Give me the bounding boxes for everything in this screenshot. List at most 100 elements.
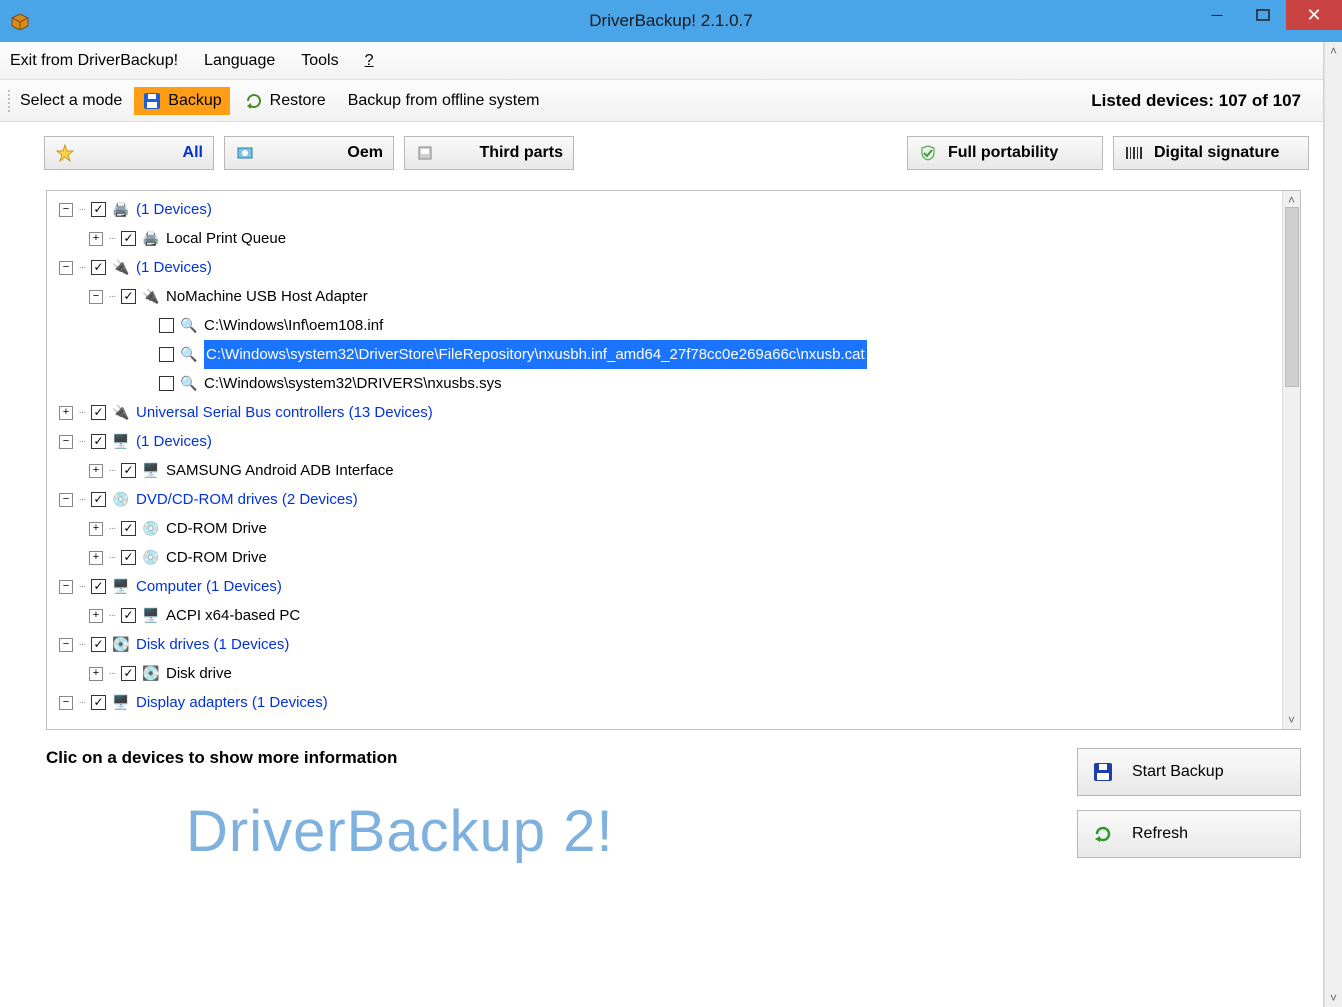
maximize-button[interactable] xyxy=(1240,0,1286,30)
menu-tools[interactable]: Tools xyxy=(301,52,338,70)
refresh-label: Refresh xyxy=(1132,825,1188,843)
tree-item[interactable]: + ··· 💿 CD-ROM Drive xyxy=(53,514,1282,543)
collapse-icon[interactable]: − xyxy=(59,203,73,217)
titlebar: DriverBackup! 2.1.0.7 ─ ✕ xyxy=(0,0,1342,42)
tree-category[interactable]: − ··· 🔌 (1 Devices) xyxy=(53,253,1282,282)
window-scrollbar[interactable]: ˄ ˅ xyxy=(1324,42,1342,1007)
scroll-thumb[interactable] xyxy=(1285,207,1299,387)
checkbox[interactable] xyxy=(121,666,136,681)
filter-thirdparts-button[interactable]: Third parts xyxy=(404,136,574,170)
mode-offline[interactable]: Backup from offline system xyxy=(340,88,548,114)
menu-language[interactable]: Language xyxy=(204,52,275,70)
filter-all-label: All xyxy=(85,144,203,162)
checkbox[interactable] xyxy=(91,202,106,217)
scroll-up-icon[interactable]: ˄ xyxy=(1283,193,1300,207)
collapse-icon[interactable]: − xyxy=(59,638,73,652)
tree-file-label: C:\Windows\Inf\oem108.inf xyxy=(204,311,383,340)
collapse-icon[interactable]: − xyxy=(59,493,73,507)
checkbox[interactable] xyxy=(91,492,106,507)
collapse-icon[interactable]: − xyxy=(89,290,103,304)
expand-icon[interactable]: + xyxy=(89,667,103,681)
checkbox[interactable] xyxy=(91,695,106,710)
disc-icon: 💿 xyxy=(140,514,162,543)
tree-item[interactable]: + ··· 🖥️ SAMSUNG Android ADB Interface xyxy=(53,456,1282,485)
device-tree[interactable]: − ··· 🖨️ (1 Devices) + ··· 🖨️ Local Prin… xyxy=(47,191,1282,729)
thirdparts-icon xyxy=(415,143,435,163)
mode-toolbar: Select a mode Backup Restore Backup from… xyxy=(0,80,1323,122)
display-icon: 🖥️ xyxy=(110,688,132,717)
tree-category[interactable]: − ··· 🖥️ (1 Devices) xyxy=(53,427,1282,456)
filter-all-button[interactable]: All xyxy=(44,136,214,170)
mode-restore[interactable]: Restore xyxy=(236,87,334,115)
tree-scrollbar[interactable]: ˄ ˅ xyxy=(1282,191,1300,729)
tree-item[interactable]: + ··· 💿 CD-ROM Drive xyxy=(53,543,1282,572)
tree-category[interactable]: − ··· 💿 DVD/CD-ROM drives (2 Devices) xyxy=(53,485,1282,514)
checkbox[interactable] xyxy=(91,579,106,594)
collapse-icon[interactable]: − xyxy=(59,261,73,275)
tree-category[interactable]: + ··· 🔌 Universal Serial Bus controllers… xyxy=(53,398,1282,427)
checkbox[interactable] xyxy=(91,434,106,449)
computer-icon: 🖥️ xyxy=(110,572,132,601)
tree-item[interactable]: + ··· 💽 Disk drive xyxy=(53,659,1282,688)
checkbox[interactable] xyxy=(159,318,174,333)
filter-portability-button[interactable]: Full portability xyxy=(907,136,1103,170)
expand-icon[interactable]: + xyxy=(89,609,103,623)
collapse-icon[interactable]: − xyxy=(59,696,73,710)
tree-item-label: CD-ROM Drive xyxy=(166,543,267,572)
barcode-icon xyxy=(1124,143,1144,163)
tree-file-selected[interactable]: 🔍 C:\Windows\system32\DriverStore\FileRe… xyxy=(53,340,1282,369)
tree-item[interactable]: + ··· 🖥️ ACPI x64-based PC xyxy=(53,601,1282,630)
tree-file-label: C:\Windows\system32\DriverStore\FileRepo… xyxy=(204,340,867,369)
menu-help[interactable]: ? xyxy=(365,52,374,70)
tree-category[interactable]: − ··· 🖥️ Computer (1 Devices) xyxy=(53,572,1282,601)
checkbox[interactable] xyxy=(159,347,174,362)
star-icon xyxy=(55,143,75,163)
expand-icon[interactable]: + xyxy=(89,464,103,478)
window-title: DriverBackup! 2.1.0.7 xyxy=(589,11,752,31)
mode-backup[interactable]: Backup xyxy=(134,87,229,115)
file-icon: 🔍 xyxy=(178,369,200,398)
collapse-icon[interactable]: − xyxy=(59,435,73,449)
checkbox[interactable] xyxy=(159,376,174,391)
tree-item[interactable]: + ··· 🖨️ Local Print Queue xyxy=(53,224,1282,253)
minimize-button[interactable]: ─ xyxy=(1194,0,1240,30)
menu-exit[interactable]: Exit from DriverBackup! xyxy=(10,52,178,70)
checkbox[interactable] xyxy=(121,289,136,304)
scroll-up-icon[interactable]: ˄ xyxy=(1325,44,1342,58)
filter-oem-button[interactable]: Oem xyxy=(224,136,394,170)
tree-item[interactable]: − ··· 🔌 NoMachine USB Host Adapter xyxy=(53,282,1282,311)
scroll-down-icon[interactable]: ˅ xyxy=(1325,991,1342,1005)
checkbox[interactable] xyxy=(91,637,106,652)
start-backup-button[interactable]: Start Backup xyxy=(1077,748,1301,796)
filter-portability-label: Full portability xyxy=(948,144,1058,162)
info-hint: Clic on a devices to show more informati… xyxy=(46,748,1077,768)
checkbox[interactable] xyxy=(121,550,136,565)
expand-icon[interactable]: + xyxy=(89,522,103,536)
mode-offline-label: Backup from offline system xyxy=(348,92,540,110)
close-button[interactable]: ✕ xyxy=(1286,0,1342,30)
checkbox[interactable] xyxy=(121,521,136,536)
checkbox[interactable] xyxy=(121,231,136,246)
filter-signature-label: Digital signature xyxy=(1154,144,1279,162)
scroll-down-icon[interactable]: ˅ xyxy=(1283,713,1300,727)
tree-file[interactable]: 🔍 C:\Windows\system32\DRIVERS\nxusbs.sys xyxy=(53,369,1282,398)
tree-category[interactable]: − ··· 🖥️ Display adapters (1 Devices) xyxy=(53,688,1282,717)
checkbox[interactable] xyxy=(91,405,106,420)
disc-icon: 💿 xyxy=(110,485,132,514)
collapse-icon[interactable]: − xyxy=(59,580,73,594)
tree-category[interactable]: − ··· 🖨️ (1 Devices) xyxy=(53,195,1282,224)
expand-icon[interactable]: + xyxy=(89,551,103,565)
expand-icon[interactable]: + xyxy=(59,406,73,420)
tree-file[interactable]: 🔍 C:\Windows\Inf\oem108.inf xyxy=(53,311,1282,340)
tree-category-label: Computer (1 Devices) xyxy=(136,572,282,601)
tree-category-label: Universal Serial Bus controllers (13 Dev… xyxy=(136,398,433,427)
refresh-button[interactable]: Refresh xyxy=(1077,810,1301,858)
expand-icon[interactable]: + xyxy=(89,232,103,246)
checkbox[interactable] xyxy=(121,608,136,623)
checkbox[interactable] xyxy=(121,463,136,478)
usb-icon: 🔌 xyxy=(110,253,132,282)
filter-signature-button[interactable]: Digital signature xyxy=(1113,136,1309,170)
mode-restore-label: Restore xyxy=(270,92,326,110)
tree-category[interactable]: − ··· 💽 Disk drives (1 Devices) xyxy=(53,630,1282,659)
checkbox[interactable] xyxy=(91,260,106,275)
